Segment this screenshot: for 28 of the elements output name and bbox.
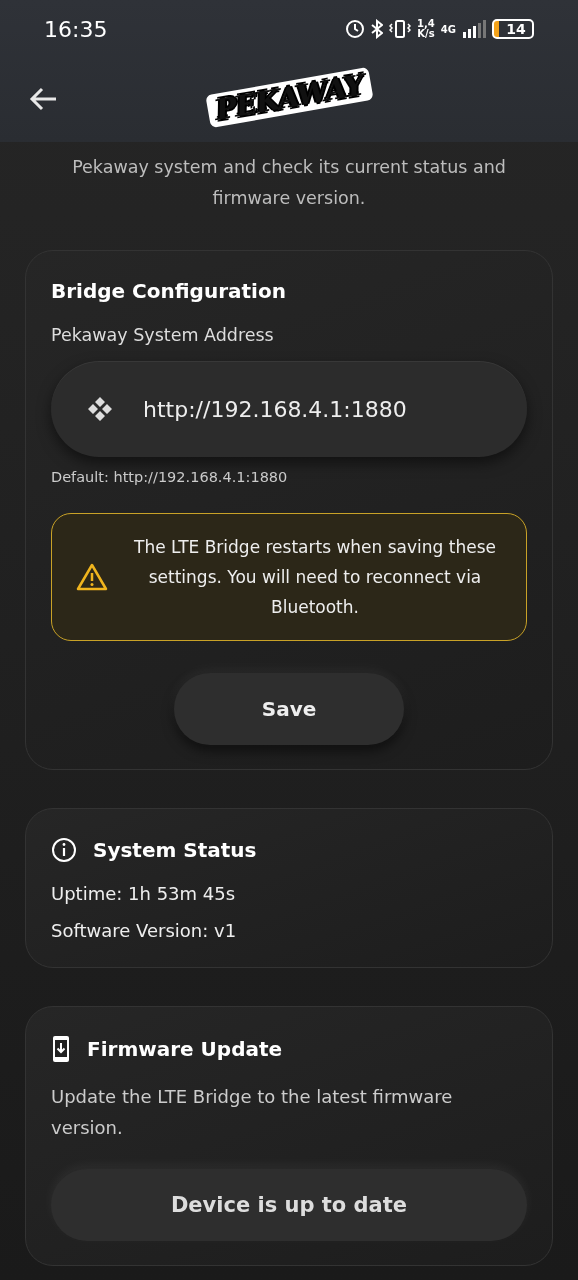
alarm-icon — [345, 19, 366, 39]
default-hint: Default: http://192.168.4.1:1880 — [51, 469, 289, 485]
warning-icon — [76, 563, 108, 591]
status-line: Software Version: v1 — [51, 920, 238, 941]
status-time: 16:35 — [44, 16, 108, 42]
warning-text: The LTE Bridge restarts when saving these settings. You will need to reconnect via Bluetooth. — [133, 536, 497, 619]
firmware-description: Update the LTE Bridge to the latest firmware version. — [51, 1085, 454, 1140]
save-button[interactable]: Save — [174, 673, 404, 745]
move-arrows-icon — [87, 396, 113, 422]
vibrate-icon — [389, 19, 412, 39]
signal-icon — [462, 20, 486, 38]
download-phone-icon — [51, 1035, 71, 1063]
battery-indicator: 14 — [492, 19, 534, 39]
status-line: Uptime: 1h 53m 45s — [51, 883, 237, 904]
speed-value: 1,4 — [417, 19, 435, 29]
bluetooth-icon — [371, 19, 384, 39]
speed-unit: K/s — [417, 29, 435, 39]
address-field[interactable]: http://192.168.4.1:1880 — [51, 361, 527, 457]
card-title: System Status — [93, 838, 257, 862]
info-icon — [51, 837, 77, 863]
intro-text: Pekaway system and check its current status and firmware version. — [71, 156, 507, 210]
field-label: Pekaway System Address — [51, 325, 275, 345]
card-title: Firmware Update — [87, 1037, 283, 1061]
back-button[interactable] — [28, 86, 58, 112]
update-status-button[interactable]: Device is up to date — [51, 1169, 527, 1241]
logo: PEKAWAY — [204, 66, 374, 128]
card-title: Bridge Configuration — [51, 279, 287, 303]
network-type: 4G — [440, 23, 456, 35]
